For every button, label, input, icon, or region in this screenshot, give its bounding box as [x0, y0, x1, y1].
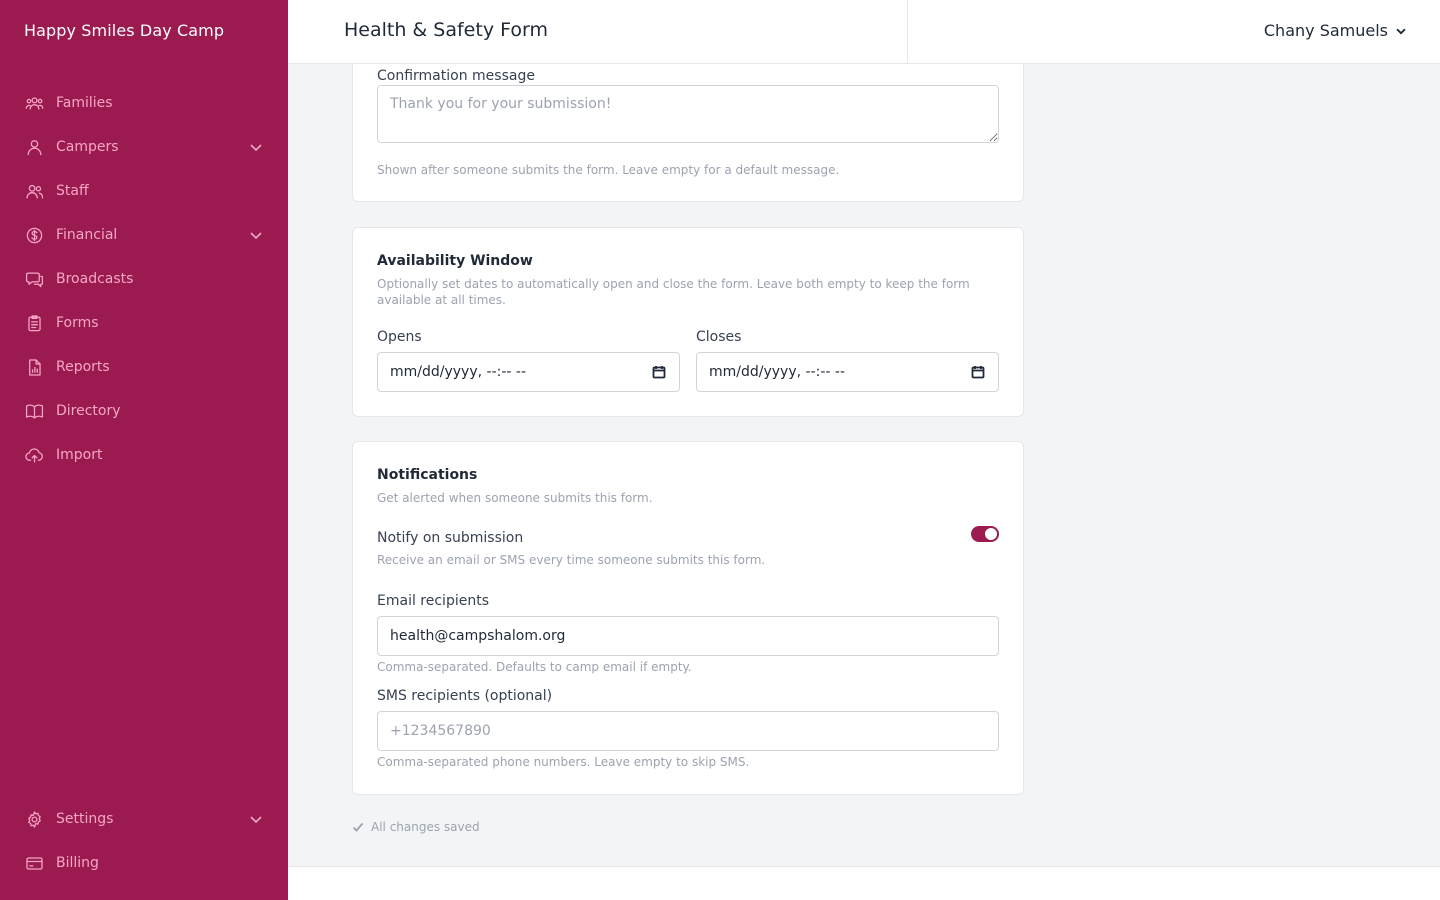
sidebar-item-label: Staff — [56, 183, 89, 199]
email-recipients-hint: Comma-separated. Defaults to camp email … — [377, 660, 692, 674]
opens-value: mm/dd/yyyy, --:-- -- — [390, 364, 527, 380]
confirmation-card: Confirmation message Shown after someone… — [352, 64, 1024, 202]
sidebar-item-staff[interactable]: Staff — [0, 169, 288, 213]
save-status: All changes saved — [352, 820, 480, 834]
sidebar-item-import[interactable]: Import — [0, 433, 288, 477]
sidebar-item-label: Reports — [56, 359, 110, 375]
user-menu[interactable]: Chany Samuels — [1264, 21, 1408, 40]
chevron-down-icon[interactable] — [248, 227, 264, 243]
sidebar-item-label: Campers — [56, 139, 119, 155]
save-status-text: All changes saved — [371, 820, 480, 834]
availability-title: Availability Window — [377, 253, 533, 269]
toggle-knob — [985, 528, 997, 540]
top-bar: Health & Safety Form Chany Samuels — [288, 0, 1440, 64]
sidebar-item-forms[interactable]: Forms — [0, 301, 288, 345]
topbar-divider — [907, 0, 908, 63]
sidebar-item-label: Broadcasts — [56, 271, 134, 287]
sidebar-item-label: Directory — [56, 403, 121, 419]
sidebar-item-label: Forms — [56, 315, 99, 331]
page-title: Health & Safety Form — [344, 19, 548, 41]
user-name: Chany Samuels — [1263, 21, 1388, 40]
notify-on-submission-description: Receive an email or SMS every time someo… — [377, 553, 766, 567]
notifications-description: Get alerted when someone submits this fo… — [377, 491, 653, 505]
notifications-card: Notifications Get alerted when someone s… — [352, 441, 1024, 795]
confirmation-message-label: Confirmation message — [377, 68, 535, 84]
notify-on-submission-toggle[interactable] — [971, 526, 999, 542]
cloud-upload-icon — [24, 445, 44, 465]
book-icon — [24, 401, 44, 421]
clipboard-icon — [24, 313, 44, 333]
opens-label: Opens — [377, 329, 422, 345]
sidebar-item-financial[interactable]: Financial — [0, 213, 288, 257]
sidebar-item-billing[interactable]: Billing — [0, 841, 288, 885]
sidebar: Happy Smiles Day Camp Families Campers S… — [0, 0, 288, 900]
sms-recipients-hint: Comma-separated phone numbers. Leave emp… — [377, 755, 750, 769]
closes-value: mm/dd/yyyy, --:-- -- — [709, 364, 846, 380]
notify-on-submission-label: Notify on submission — [377, 530, 524, 546]
chevron-down-icon[interactable] — [248, 811, 264, 827]
opens-datetime-input[interactable]: mm/dd/yyyy, --:-- -- — [377, 352, 680, 392]
sidebar-item-campers[interactable]: Campers — [0, 125, 288, 169]
sidebar-item-directory[interactable]: Directory — [0, 389, 288, 433]
bottom-strip — [288, 866, 1440, 900]
sidebar-item-families[interactable]: Families — [0, 81, 288, 125]
closes-label: Closes — [696, 329, 742, 345]
chevron-down-icon[interactable] — [248, 139, 264, 155]
report-icon — [24, 357, 44, 377]
chevron-down-icon — [1396, 28, 1406, 35]
availability-window-card: Availability Window Optionally set dates… — [352, 227, 1024, 417]
sidebar-item-label: Billing — [56, 855, 99, 871]
sidebar-item-reports[interactable]: Reports — [0, 345, 288, 389]
brand-name[interactable]: Happy Smiles Day Camp — [24, 21, 224, 40]
dollar-circle-icon — [24, 225, 44, 245]
chat-icon — [24, 269, 44, 289]
credit-card-icon — [24, 853, 44, 873]
users-group-icon — [24, 93, 44, 113]
email-recipients-input[interactable] — [377, 616, 999, 656]
users-icon — [24, 181, 44, 201]
availability-description: Optionally set dates to automatically op… — [377, 277, 970, 307]
confirmation-message-hint: Shown after someone submits the form. Le… — [377, 163, 840, 177]
sidebar-item-label: Financial — [56, 227, 118, 243]
sidebar-item-settings[interactable]: Settings — [0, 797, 288, 841]
closes-datetime-input[interactable]: mm/dd/yyyy, --:-- -- — [696, 352, 999, 392]
sidebar-item-label: Families — [56, 95, 113, 111]
sidebar-item-label: Settings — [56, 811, 114, 827]
notifications-title: Notifications — [377, 467, 478, 483]
check-icon — [352, 822, 364, 832]
sidebar-item-broadcasts[interactable]: Broadcasts — [0, 257, 288, 301]
sms-recipients-label: SMS recipients (optional) — [377, 688, 553, 704]
sidebar-item-label: Import — [56, 447, 103, 463]
calendar-icon[interactable] — [970, 364, 986, 380]
sms-recipients-input[interactable] — [377, 711, 999, 751]
confirmation-message-textarea[interactable] — [377, 85, 999, 143]
user-icon — [24, 137, 44, 157]
email-recipients-label: Email recipients — [377, 593, 489, 609]
gear-icon — [24, 809, 44, 829]
calendar-icon[interactable] — [651, 364, 667, 380]
main-content: Confirmation message Shown after someone… — [288, 64, 1440, 866]
